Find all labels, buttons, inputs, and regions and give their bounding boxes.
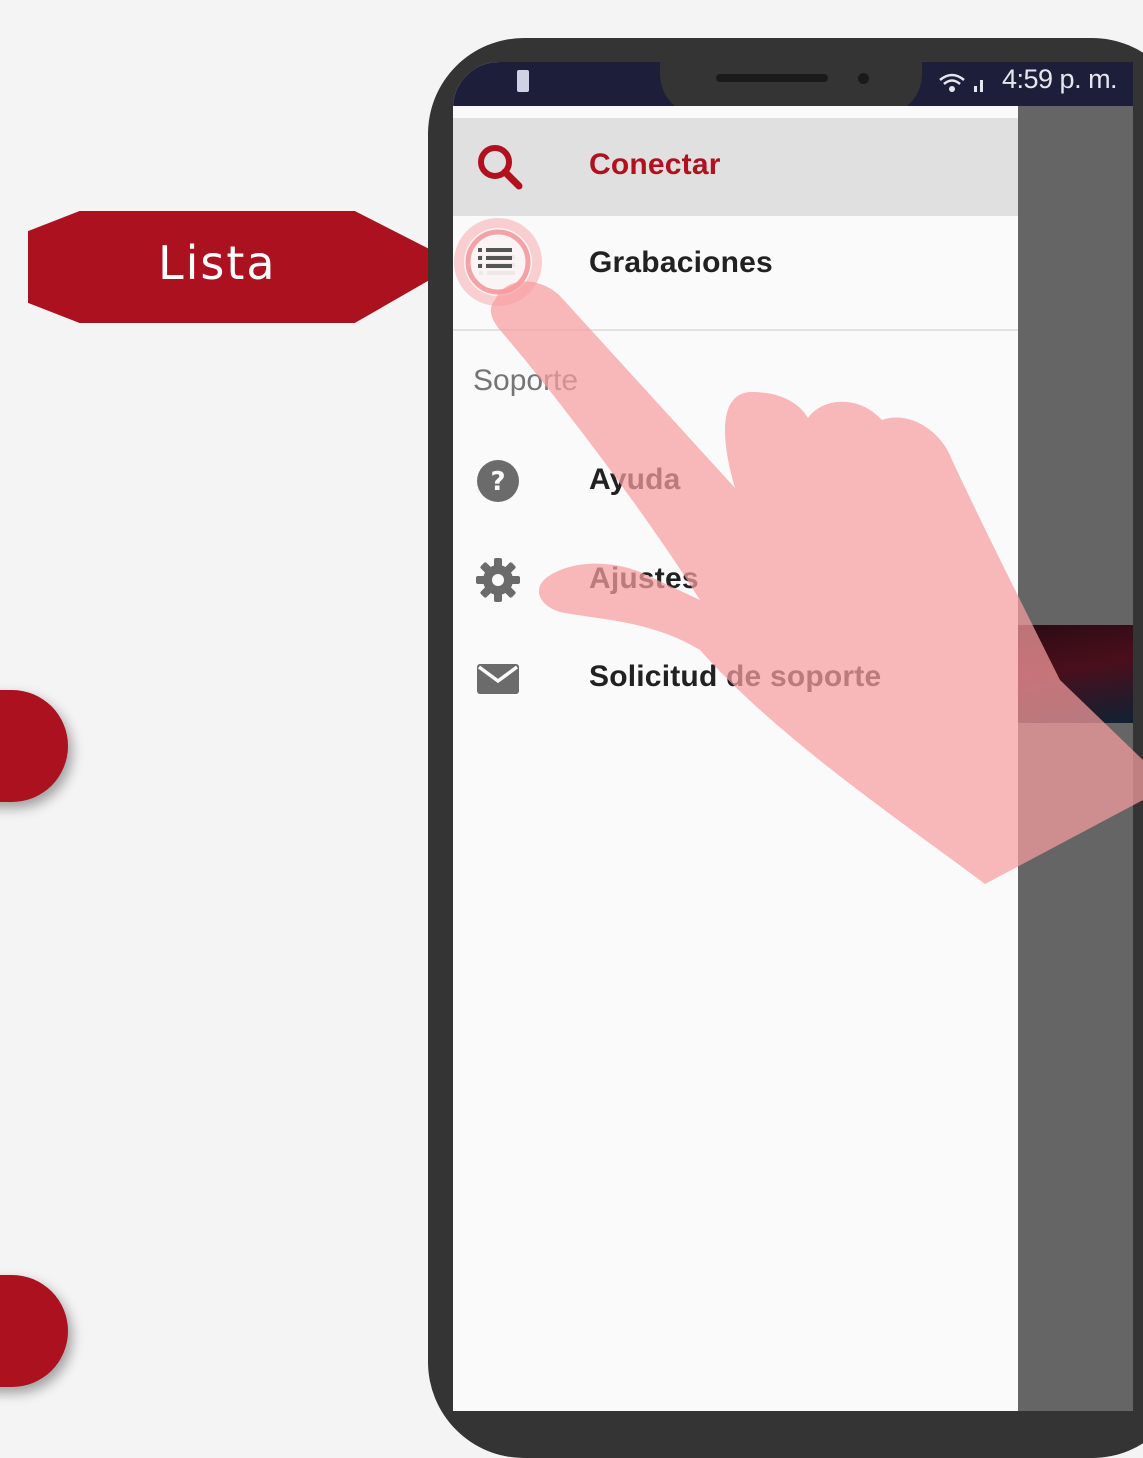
gear-icon	[475, 556, 525, 606]
drawer-scrim[interactable]	[1018, 106, 1133, 1411]
search-icon	[475, 142, 525, 192]
drawer-item-solicitud-soporte[interactable]: Solicitud de soporte	[453, 630, 1018, 728]
drawer-item-ayuda[interactable]: ? Ayuda	[453, 433, 1018, 531]
drawer-item-label: Conectar	[589, 148, 721, 181]
callout-stub-1	[0, 690, 68, 802]
help-icon: ?	[475, 457, 525, 507]
mail-icon	[475, 654, 525, 704]
drawer-item-label: Ayuda	[589, 463, 681, 496]
background-app-banner	[1018, 625, 1133, 723]
callout-lista-label: Lista	[158, 236, 277, 290]
drawer-item-conectar[interactable]: Conectar	[453, 118, 1018, 216]
callout-stub-2	[0, 1275, 68, 1387]
battery-icon	[517, 70, 529, 92]
drawer-divider	[453, 329, 1018, 331]
phone-speaker	[716, 74, 828, 82]
phone-camera	[858, 73, 869, 84]
tap-highlight-ring	[452, 212, 554, 314]
drawer-item-ajustes[interactable]: Ajustes	[453, 532, 1018, 630]
drawer-item-label: Solicitud de soporte	[589, 660, 882, 693]
svg-text:?: ?	[490, 467, 505, 497]
drawer-item-label: Ajustes	[589, 562, 699, 595]
status-time: 4:59 p. m.	[1002, 64, 1118, 94]
section-header-soporte: Soporte	[473, 364, 579, 397]
wifi-signal-icon	[938, 70, 994, 101]
drawer-item-label: Grabaciones	[589, 246, 773, 279]
